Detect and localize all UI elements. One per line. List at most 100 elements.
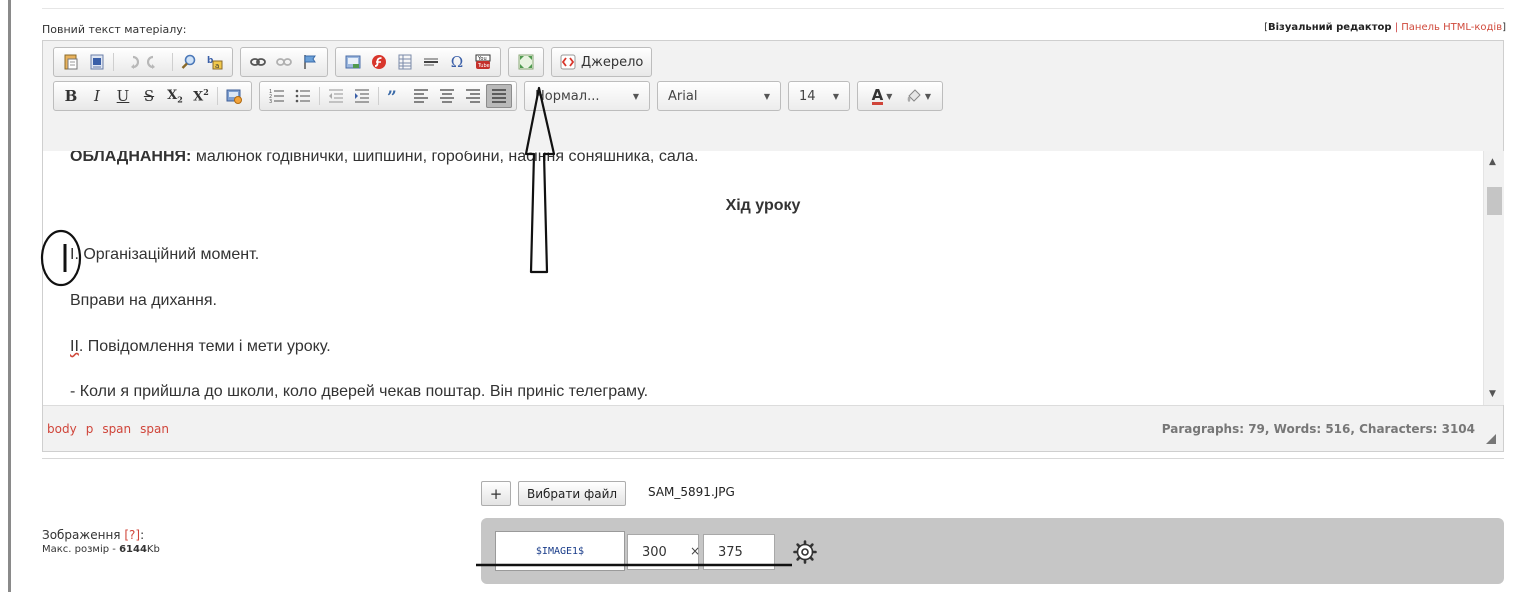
replace-icon[interactable]: ba (202, 50, 228, 74)
bold-button[interactable]: B (58, 84, 84, 108)
path-body[interactable]: body (47, 422, 77, 436)
superscript-mark: 2 (203, 87, 209, 98)
underline-glyph: U (116, 87, 130, 105)
paste-word-icon[interactable] (84, 50, 110, 74)
image-label-colon: : (140, 528, 145, 542)
outdent-icon[interactable] (323, 84, 349, 108)
text-color-glyph: A (871, 85, 884, 105)
flash-icon[interactable] (366, 50, 392, 74)
path-span-1[interactable]: span (102, 422, 131, 436)
superscript-glyph: X (193, 89, 204, 105)
bottom-divider (42, 458, 1504, 459)
image-panel: $IMAGE1$ 300 × 375 (481, 518, 1504, 584)
clipboard-group: ba (53, 47, 233, 77)
gear-icon[interactable] (793, 540, 817, 564)
strike-button[interactable]: S (136, 84, 162, 108)
source-label: Джерело (581, 54, 644, 70)
max-size-unit: Kb (146, 544, 160, 555)
top-divider (42, 8, 1504, 9)
switch-separator: | (1394, 22, 1399, 33)
background-color-icon[interactable]: ▼ (900, 84, 936, 108)
format-select[interactable]: Нормал... ▼ (524, 81, 650, 111)
image-field-label: Зображення [?]: (42, 528, 144, 542)
format-select-value: Нормал... (535, 88, 600, 104)
image-height-input[interactable]: 375 (703, 534, 775, 570)
paragraph-group: 123 ” (259, 81, 517, 111)
equipment-label: ОБЛАДНАННЯ: (70, 151, 192, 165)
chevron-down-icon: ▼ (924, 91, 932, 101)
scrollbar-thumb[interactable] (1487, 187, 1502, 215)
max-size-value: 6144 (119, 544, 147, 555)
left-border-line (8, 0, 11, 592)
find-icon[interactable] (176, 50, 202, 74)
equipment-text: малюнок годівнички, шипшини, горобини, н… (191, 151, 699, 165)
redo-icon[interactable] (143, 50, 169, 74)
unlink-icon[interactable] (271, 50, 297, 74)
table-icon[interactable] (392, 50, 418, 74)
rich-text-editor: ba Ω You Tube Джерело B I U S X2 X2 1 2 … (42, 40, 1504, 452)
editor-content[interactable]: ОБЛАДНАННЯ: малюнок годівнички, шипшини,… (43, 151, 1483, 405)
visual-editor-link[interactable]: Візуальний редактор (1268, 22, 1392, 33)
youtube-icon[interactable]: You Tube (470, 50, 496, 74)
toolbar-row-1: ba Ω You Tube Джерело (53, 47, 653, 77)
image-code-field[interactable]: $IMAGE1$ (495, 531, 625, 571)
scroll-down-arrow-icon[interactable]: ▼ (1489, 389, 1496, 399)
superscript-button[interactable]: X2 (188, 84, 214, 108)
horizontal-rule-icon[interactable] (418, 50, 444, 74)
undo-icon[interactable] (117, 50, 143, 74)
svg-text:”: ” (387, 88, 397, 105)
numbered-list-icon[interactable]: 123 (264, 84, 290, 108)
view-group (508, 47, 544, 77)
strike-glyph: S (143, 87, 155, 105)
align-right-icon[interactable] (460, 84, 486, 108)
insert-group: Ω You Tube (335, 47, 501, 77)
path-span-2[interactable]: span (140, 422, 169, 436)
image-icon[interactable] (340, 50, 366, 74)
dimension-separator: × (690, 544, 701, 558)
special-char-icon[interactable]: Ω (444, 50, 470, 74)
align-center-icon[interactable] (434, 84, 460, 108)
topic-text: . Повідомлення теми і мети уроку. (78, 338, 331, 355)
subscript-mark: 2 (177, 94, 183, 105)
indent-icon[interactable] (349, 84, 375, 108)
italic-button[interactable]: I (84, 84, 110, 108)
anchor-icon[interactable] (297, 50, 323, 74)
html-panel-link[interactable]: Панель HTML-кодів (1401, 22, 1502, 33)
subscript-button[interactable]: X2 (162, 84, 188, 108)
scroll-up-arrow-icon[interactable]: ▲ (1489, 157, 1496, 167)
choose-file-button[interactable]: Вибрати файл (518, 481, 627, 506)
source-button[interactable]: Джерело (551, 47, 653, 77)
add-file-button[interactable]: + (481, 481, 511, 506)
toolbar-separator (319, 87, 320, 105)
svg-text:3: 3 (269, 99, 272, 105)
image-width-input[interactable]: 300 (627, 534, 699, 570)
resize-handle-icon[interactable] (1486, 434, 1496, 444)
insert-image-icon[interactable] (221, 84, 247, 108)
svg-text:You: You (477, 56, 487, 62)
underline-button[interactable]: U (110, 84, 136, 108)
max-size-prefix: Макс. розмір - (42, 544, 120, 555)
bold-glyph: B (64, 87, 78, 105)
path-p[interactable]: p (86, 422, 94, 436)
color-group: A ▼ ▼ (857, 81, 943, 111)
text-color-icon[interactable]: A ▼ (864, 84, 900, 108)
content-scrollbar[interactable]: ▲ ▼ (1483, 151, 1504, 405)
bulleted-list-icon[interactable] (290, 84, 316, 108)
element-path: body p span span (47, 422, 169, 436)
help-link[interactable]: [?] (124, 528, 140, 542)
chevron-down-icon: ▼ (763, 91, 770, 101)
size-select[interactable]: 14 ▼ (788, 81, 850, 111)
size-select-value: 14 (799, 88, 816, 104)
image-label-text: Зображення (42, 528, 121, 542)
font-select-value: Arial (668, 88, 698, 104)
justify-icon[interactable] (486, 84, 512, 108)
link-icon[interactable] (245, 50, 271, 74)
paste-text-icon[interactable] (58, 50, 84, 74)
blockquote-icon[interactable]: ” (382, 84, 408, 108)
font-select[interactable]: Arial ▼ (657, 81, 781, 111)
maximize-icon[interactable] (513, 50, 539, 74)
word-count: Paragraphs: 79, Words: 516, Characters: … (1161, 422, 1475, 436)
chevron-down-icon: ▼ (632, 91, 639, 101)
chevron-down-icon: ▼ (886, 91, 893, 101)
align-left-icon[interactable] (408, 84, 434, 108)
